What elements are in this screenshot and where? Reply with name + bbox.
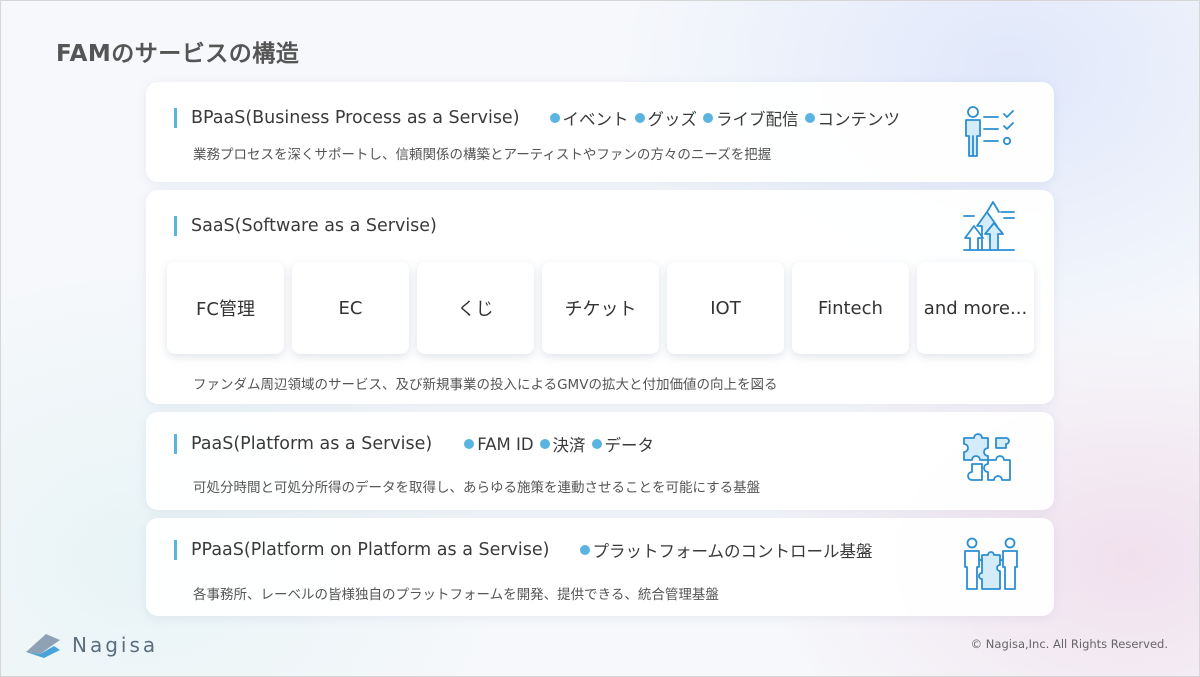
bullet-dot	[464, 439, 475, 449]
tag-label: グッズ	[647, 110, 698, 129]
tag-label: 決済	[552, 436, 586, 455]
card-heading: BPaaS(Business Process as a Servise) イベン…	[174, 106, 906, 130]
card-ppaas: PPaaS(Platform on Platform as a Servise)…	[146, 518, 1054, 616]
tag: イベント	[549, 106, 629, 130]
tag: ライブ配信	[703, 106, 799, 130]
bullet-dot	[591, 439, 602, 449]
tag: FAM ID	[464, 434, 534, 454]
layer-name: PPaaS(Platform on Platform as a Servise)	[191, 540, 550, 560]
layer-name: PaaS(Platform as a Servise)	[191, 434, 433, 454]
page-title: FAMのサービスの構造	[56, 41, 300, 67]
tag-label: イベント	[562, 110, 629, 129]
tag-label: FAM ID	[477, 434, 534, 454]
bullet-dot	[539, 439, 550, 449]
puzzle-icon	[958, 430, 1016, 488]
team-checklist-icon	[960, 103, 1018, 161]
tag: プラットフォームのコントロール基盤	[579, 538, 873, 562]
tag: 決済	[539, 432, 586, 456]
tag-label: データ	[604, 436, 655, 455]
tile-and-more: and more...	[917, 262, 1034, 354]
accent-bar	[174, 216, 177, 236]
tile-fc: FC管理	[167, 262, 284, 354]
growth-arrows-icon	[960, 196, 1018, 254]
bullet-dot	[579, 545, 590, 555]
card-heading: PaaS(Platform as a Servise) FAM ID 決済 デー…	[174, 432, 660, 456]
nagisa-logo: Nagisa	[24, 630, 158, 660]
tag-label: ライブ配信	[716, 110, 799, 129]
tag: グッズ	[634, 106, 698, 130]
tile-ec: EC	[292, 262, 409, 354]
layer-description: 業務プロセスを深くサポートし、信頼関係の構築とアーティストやファンの方々のニーズ…	[193, 147, 772, 163]
card-heading: PPaaS(Platform on Platform as a Servise)…	[174, 538, 879, 562]
tag-label: プラットフォームのコントロール基盤	[592, 542, 873, 561]
layer-name: SaaS(Software as a Servise)	[191, 216, 437, 236]
bullet-dot	[634, 113, 645, 123]
bullet-dot	[804, 113, 815, 123]
partners-puzzle-icon	[962, 535, 1020, 593]
tag-list: イベント グッズ ライブ配信 コンテンツ	[549, 106, 907, 130]
tile-ticket: チケット	[542, 262, 659, 354]
tile-kuji: くじ	[417, 262, 534, 354]
service-tiles: FC管理 EC くじ チケット IOT Fintech and more...	[167, 262, 1034, 354]
tile-fintech: Fintech	[792, 262, 909, 354]
tag-label: コンテンツ	[817, 110, 901, 129]
layer-description: 各事務所、レーベルの皆様独自のプラットフォームを開発、提供できる、統合管理基盤	[193, 587, 719, 603]
tag: コンテンツ	[804, 106, 901, 130]
bullet-dot	[549, 113, 560, 123]
tag: データ	[591, 432, 655, 456]
accent-bar	[174, 108, 177, 128]
wave-logo-icon	[24, 630, 62, 660]
layer-name: BPaaS(Business Process as a Servise)	[191, 108, 520, 128]
tag-list: プラットフォームのコントロール基盤	[579, 538, 879, 562]
accent-bar	[174, 540, 177, 560]
tag-list: FAM ID 決済 データ	[464, 432, 660, 456]
card-bpaas: BPaaS(Business Process as a Servise) イベン…	[146, 82, 1054, 182]
brand-name: Nagisa	[72, 633, 159, 657]
layer-description: ファンダム周辺領域のサービス、及び新規事業の投入によるGMVの拡大と付加価値の向…	[193, 377, 778, 393]
bullet-dot	[703, 113, 714, 123]
accent-bar	[174, 434, 177, 454]
layer-description: 可処分時間と可処分所得のデータを取得し、あらゆる施策を連動させることを可能にする…	[193, 480, 761, 496]
card-paas: PaaS(Platform as a Servise) FAM ID 決済 デー…	[146, 412, 1054, 510]
card-saas: SaaS(Software as a Servise) FC管理 EC くじ チ…	[146, 190, 1054, 404]
copyright-text: © Nagisa,Inc. All Rights Reserved.	[970, 637, 1168, 651]
card-heading: SaaS(Software as a Servise)	[174, 216, 437, 236]
tile-iot: IOT	[667, 262, 784, 354]
